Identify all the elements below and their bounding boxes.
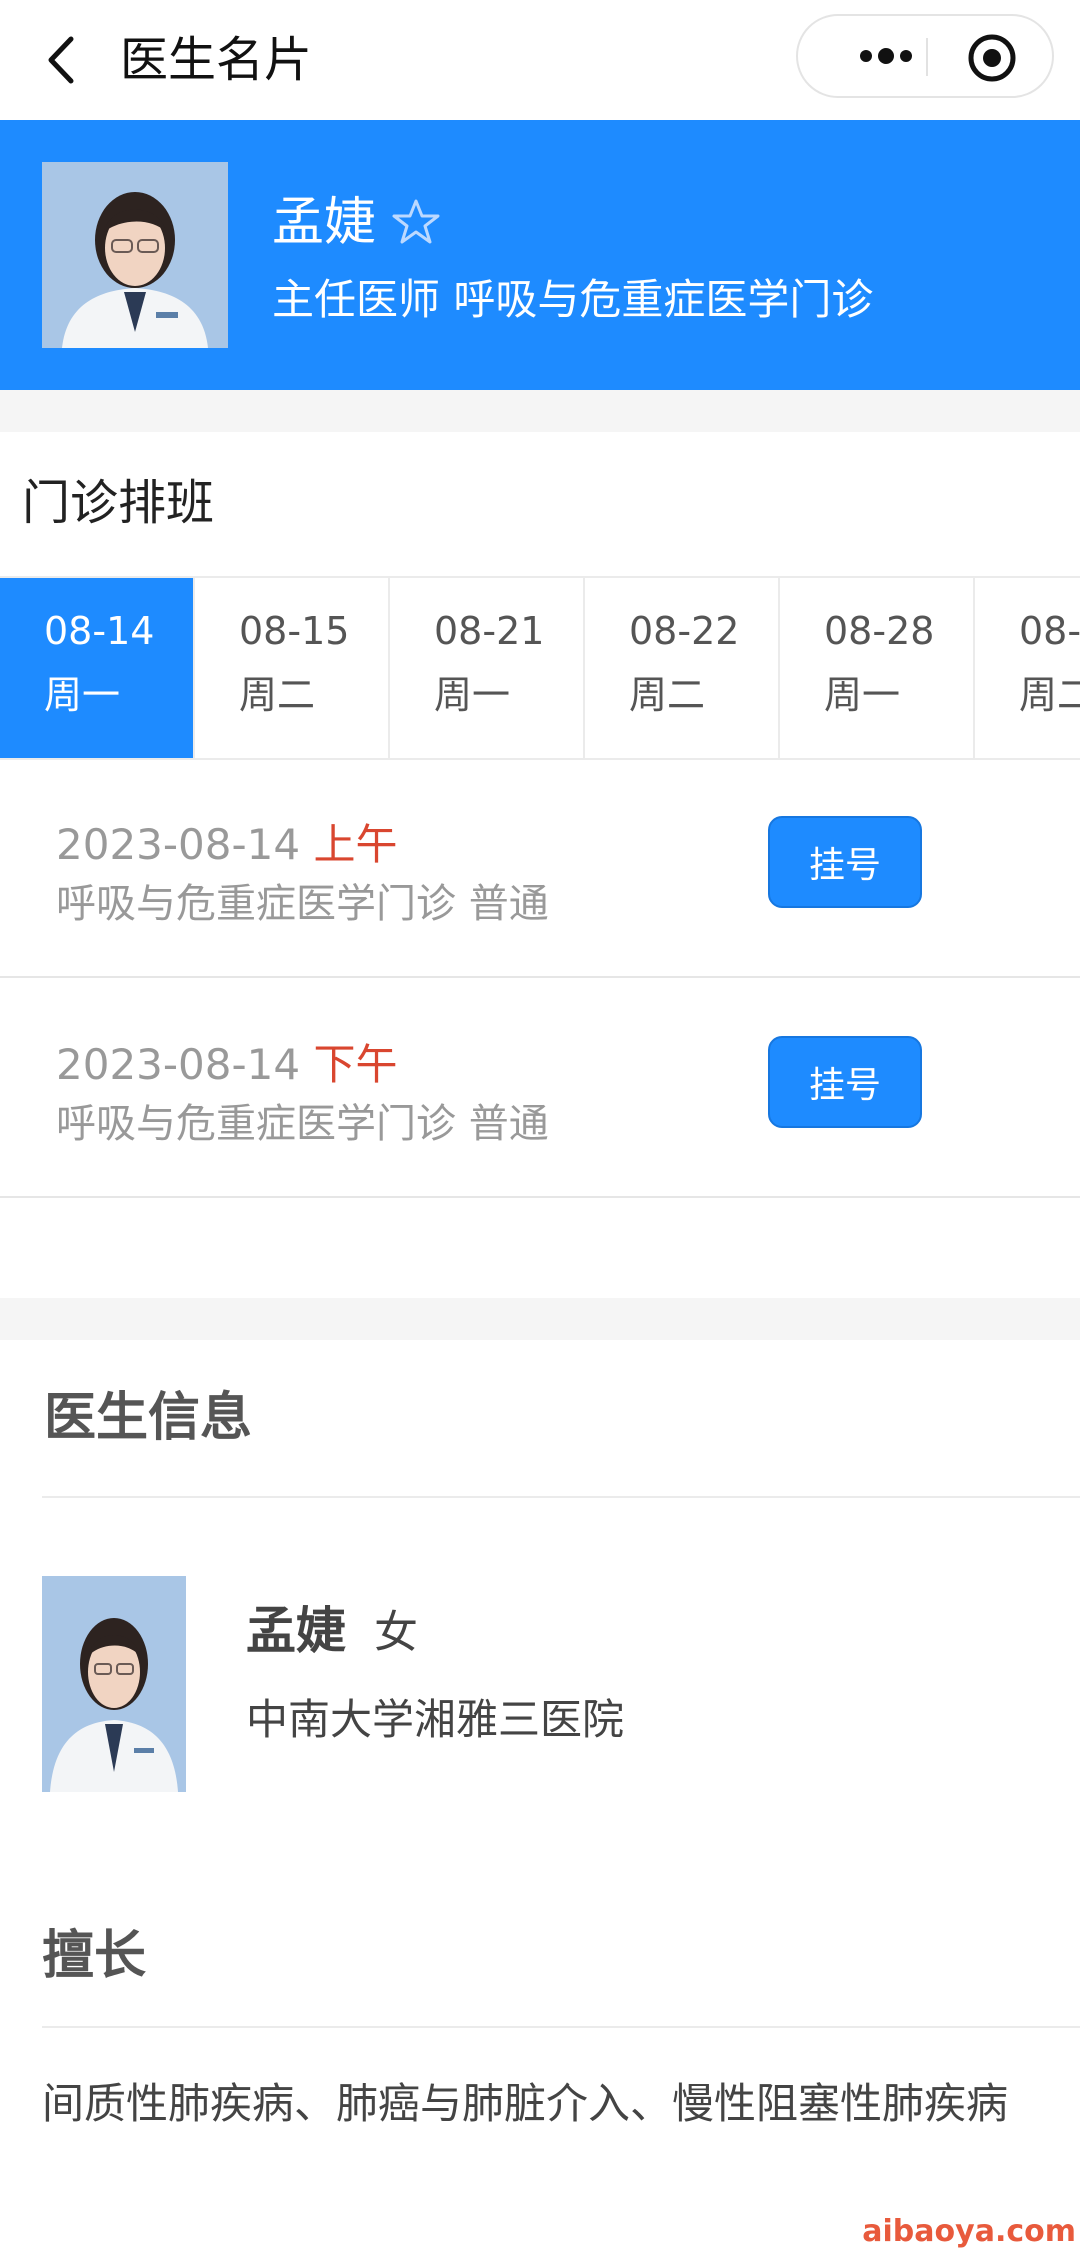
slot-date: 2023-08-14 bbox=[56, 1040, 301, 1089]
info-name: 孟婕 bbox=[246, 1602, 346, 1660]
schedule-slot: 2023-08-14 上午 呼吸与危重症医学门诊 普通 挂号 bbox=[0, 758, 1080, 978]
date-tab-date: 08-28 bbox=[824, 609, 935, 653]
divider bbox=[42, 2026, 1080, 2028]
date-tab-date: 08-21 bbox=[434, 609, 545, 653]
date-tab-date: 08-22 bbox=[629, 609, 740, 653]
date-tab-date: 08-14 bbox=[44, 609, 155, 653]
skills-text: 间质性肺疾病、肺癌与肺脏介入、慢性阻塞性肺疾病 bbox=[42, 2079, 1009, 2128]
date-tab-weekday: 周二 bbox=[629, 673, 706, 717]
date-tab-date: 08-15 bbox=[239, 609, 350, 653]
register-button[interactable]: 挂号 bbox=[768, 1036, 922, 1128]
slot-date-line: 2023-08-14 上午 bbox=[56, 816, 397, 874]
date-tab-weekday: 周一 bbox=[824, 673, 901, 717]
date-tab-weekday: 周一 bbox=[44, 673, 121, 717]
date-tab[interactable]: 08-14 周一 bbox=[0, 578, 195, 758]
slot-period: 下午 bbox=[313, 1040, 398, 1089]
more-icon[interactable] bbox=[836, 16, 936, 96]
skills-title: 擅长 bbox=[42, 1926, 147, 1986]
watermark: aibaoya.com bbox=[862, 2214, 1076, 2249]
back-icon[interactable] bbox=[38, 30, 82, 90]
date-tab[interactable]: 08-22 周二 bbox=[585, 578, 780, 758]
date-tab-weekday: 周一 bbox=[434, 673, 511, 717]
date-tab[interactable]: 08- 周二 bbox=[975, 578, 1080, 758]
date-tab[interactable]: 08-28 周一 bbox=[780, 578, 975, 758]
favorite-star-icon[interactable] bbox=[392, 198, 440, 246]
slot-dept: 呼吸与危重症医学门诊 普通 bbox=[56, 1101, 549, 1147]
doctor-header-card: 孟婕 主任医师 呼吸与危重症医学门诊 bbox=[0, 120, 1080, 390]
doctor-photo bbox=[42, 162, 228, 348]
slot-period: 上午 bbox=[313, 820, 398, 869]
doctor-info-title: 医生信息 bbox=[44, 1388, 253, 1448]
slot-date: 2023-08-14 bbox=[56, 820, 301, 869]
divider bbox=[42, 1496, 1080, 1498]
date-tab-date: 08- bbox=[1019, 609, 1080, 653]
schedule-title: 门诊排班 bbox=[22, 475, 215, 531]
nav-bar: 医生名片 bbox=[0, 0, 1080, 120]
info-hospital: 中南大学湘雅三医院 bbox=[246, 1695, 625, 1744]
schedule-slot: 2023-08-14 下午 呼吸与危重症医学门诊 普通 挂号 bbox=[0, 978, 1080, 1198]
date-tab-weekday: 周二 bbox=[239, 673, 316, 717]
info-gender: 女 bbox=[374, 1607, 418, 1658]
date-tab[interactable]: 08-21 周一 bbox=[390, 578, 585, 758]
slot-dept: 呼吸与危重症医学门诊 普通 bbox=[56, 881, 549, 927]
slot-date-line: 2023-08-14 下午 bbox=[56, 1036, 397, 1094]
date-tab-weekday: 周二 bbox=[1019, 673, 1080, 717]
section-gap bbox=[0, 390, 1080, 432]
register-button[interactable]: 挂号 bbox=[768, 816, 922, 908]
date-tab[interactable]: 08-15 周二 bbox=[195, 578, 390, 758]
doctor-name: 孟婕 bbox=[272, 193, 377, 253]
page-title: 医生名片 bbox=[120, 32, 313, 88]
close-target-icon[interactable] bbox=[964, 30, 1020, 86]
date-tabs: 08-14 周一 08-15 周二 08-21 周一 08-22 周二 08-2… bbox=[0, 576, 1080, 760]
capsule-divider bbox=[926, 38, 928, 76]
mini-program-capsule bbox=[796, 14, 1054, 98]
doctor-info-photo bbox=[42, 1576, 186, 1792]
doctor-title-dept: 主任医师 呼吸与危重症医学门诊 bbox=[272, 275, 874, 324]
section-gap bbox=[0, 1298, 1080, 1340]
